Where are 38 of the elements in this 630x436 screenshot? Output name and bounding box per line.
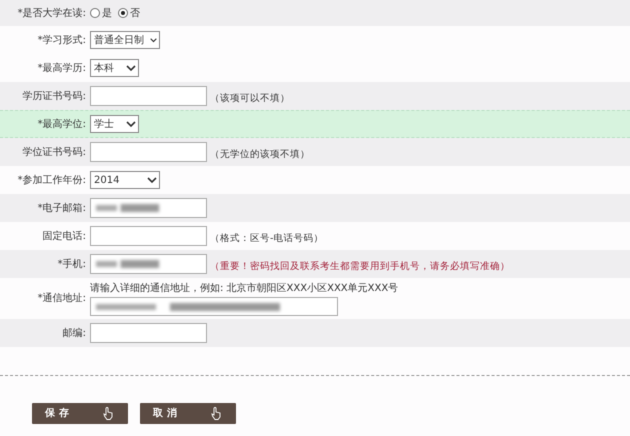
input-field[interactable] bbox=[90, 198, 207, 218]
input-field[interactable] bbox=[90, 226, 207, 246]
field-note: （无学位的该项不填） bbox=[210, 148, 310, 162]
radio-option[interactable]: 否 bbox=[118, 6, 140, 20]
input-field[interactable] bbox=[90, 142, 207, 162]
dropdown[interactable]: 2014 bbox=[90, 171, 160, 189]
form-button[interactable]: 保存 bbox=[32, 403, 128, 424]
field-label: *参加工作年份: bbox=[16, 174, 87, 188]
field-label: *手机: bbox=[56, 258, 87, 272]
field-label: 邮编: bbox=[62, 326, 87, 340]
field-label: 学位证书号码: bbox=[22, 146, 87, 160]
hand-cursor-icon bbox=[103, 407, 114, 420]
field-label: *学习形式: bbox=[36, 34, 87, 48]
input-field[interactable] bbox=[90, 323, 207, 343]
input-field[interactable] bbox=[90, 254, 207, 274]
field-label: *是否大学在读: bbox=[16, 6, 87, 20]
field-note: （该项可以不填） bbox=[210, 92, 290, 106]
warning-note: （重要！密码找回及联系考生都需要用到手机号，请务必填写准确） bbox=[210, 260, 510, 274]
field-label: 学历证书号码: bbox=[22, 90, 87, 104]
field-label: 固定电话: bbox=[42, 230, 87, 244]
field-label: *最高学位: bbox=[36, 118, 87, 132]
input-field[interactable] bbox=[90, 297, 338, 316]
field-label: *最高学历: bbox=[36, 62, 87, 76]
field-note: （格式：区号-电话号码） bbox=[210, 232, 324, 246]
chevron-down-icon bbox=[126, 64, 136, 72]
chevron-down-icon bbox=[126, 120, 136, 128]
input-field[interactable] bbox=[90, 86, 207, 106]
chevron-down-icon bbox=[150, 36, 157, 44]
dropdown[interactable]: 普通全日制 bbox=[90, 31, 160, 49]
form-button[interactable]: 取消 bbox=[140, 403, 236, 424]
hand-cursor-icon bbox=[211, 407, 222, 420]
chevron-down-icon bbox=[147, 176, 157, 184]
address-hint: 请输入详细的通信地址，例如: 北京市朝阳区XXX小区XXX单元XXX号 bbox=[90, 282, 398, 296]
field-label: *电子邮箱: bbox=[36, 202, 87, 216]
dropdown[interactable]: 本科 bbox=[90, 59, 139, 77]
field-label: *通信地址: bbox=[36, 292, 87, 306]
dropdown[interactable]: 学士 bbox=[90, 115, 139, 133]
radio-option[interactable]: 是 bbox=[90, 6, 112, 20]
